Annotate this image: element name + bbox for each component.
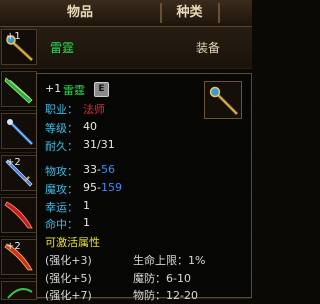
mag-attack-max: 159 (100, 181, 122, 194)
bonus-stat: 生命上限：1% (133, 254, 206, 267)
item-slot[interactable] (1, 281, 37, 300)
item-plus-level: +2 (6, 157, 21, 168)
bonus-stat: 魔防：6-10 (133, 272, 191, 285)
bonus-stat: 物防：12-20 (133, 289, 198, 302)
item-slot[interactable]: +2 (1, 155, 37, 191)
activatable-attributes-heading: 可激活属性 (45, 236, 100, 249)
durability-value: 31/31 (83, 138, 115, 151)
green-blade-icon (4, 77, 33, 104)
red-saber-icon (4, 201, 33, 229)
durability-label: 耐久： (45, 140, 78, 153)
luck-label: 幸运： (45, 201, 78, 214)
item-tooltip: +1 雷霆 E 职业： 法师 等级： 40 耐久： 31/31 物攻： 33-5… (36, 73, 252, 302)
phys-attack-min: 33 (83, 163, 97, 176)
item-slot[interactable] (1, 113, 37, 149)
mag-attack-label: 魔攻： (45, 183, 78, 196)
level-value: 40 (83, 120, 97, 133)
phys-attack-value: 33-56 (83, 163, 115, 176)
item-name: 雷霆 (50, 41, 75, 55)
tooltip-plus-level: +1 (45, 82, 62, 95)
accuracy-value: 1 (83, 216, 90, 229)
item-slot[interactable]: +1 (1, 29, 37, 65)
inventory-header: 物品 种类 (0, 0, 252, 27)
item-plus-level: +2 (6, 241, 21, 252)
tooltip-item-icon-frame (204, 81, 242, 119)
bonus-tier: (强化+5) (45, 272, 92, 285)
phys-attack-max: 56 (100, 163, 115, 176)
column-header-item[interactable]: 物品 (0, 0, 160, 26)
tooltip-item-name: 雷霆 (63, 84, 85, 97)
item-slot[interactable]: +2 (1, 239, 37, 275)
blue-staff-icon (6, 118, 34, 146)
inventory-row[interactable]: +1 雷霆 装备 (0, 27, 252, 69)
item-type: 装备 (196, 41, 221, 55)
bonus-tier: (强化+3) (45, 254, 92, 267)
golden-staff-icon (209, 86, 239, 116)
job-label: 职业： (45, 103, 78, 116)
mag-attack-value: 95-159 (83, 181, 122, 194)
column-divider (218, 3, 220, 23)
mag-attack-min: 95 (83, 181, 97, 194)
column-header-type[interactable]: 种类 (162, 0, 217, 26)
equipped-badge: E (94, 82, 109, 97)
bonus-tier: (强化+7) (45, 289, 92, 302)
accuracy-label: 命中： (45, 218, 78, 231)
item-slot[interactable] (1, 71, 37, 107)
item-plus-level: +1 (6, 31, 21, 42)
item-slot[interactable] (1, 197, 37, 233)
phys-attack-label: 物攻： (45, 165, 78, 178)
job-value: 法师 (83, 103, 105, 116)
green-bow-icon (7, 288, 33, 299)
level-label: 等级： (45, 122, 78, 135)
luck-value: 1 (83, 199, 90, 212)
